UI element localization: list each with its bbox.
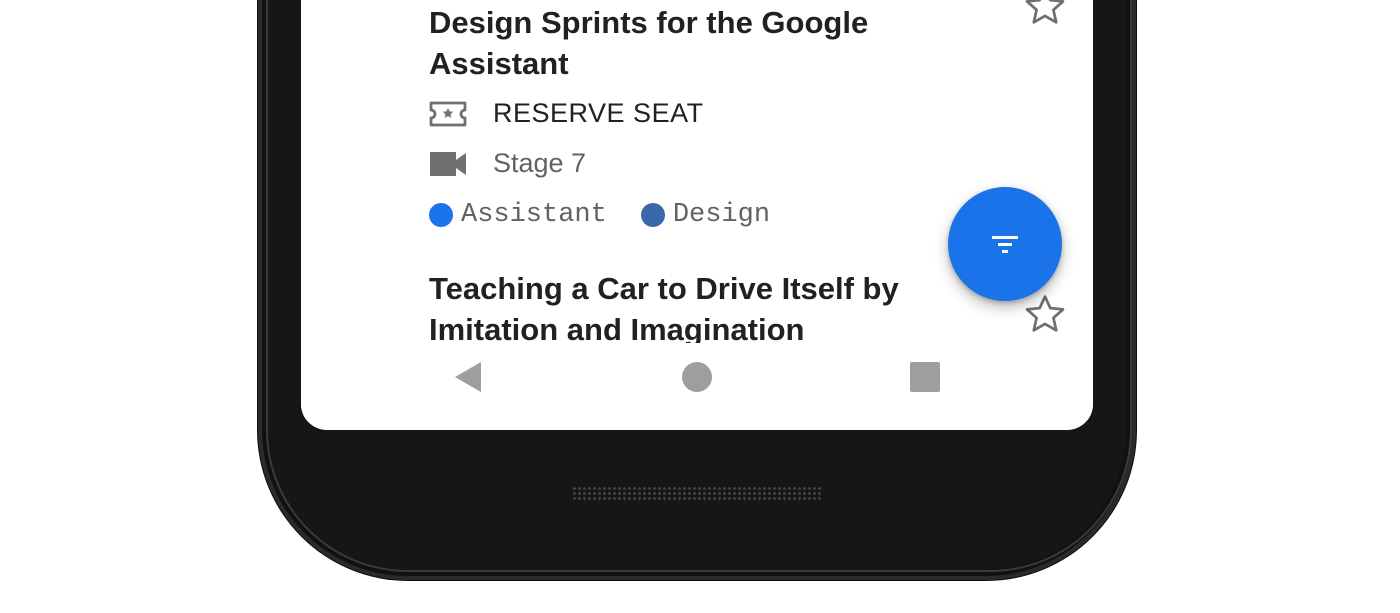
reserve-seat-label: RESERVE SEAT	[493, 98, 704, 128]
tag-label: Assistant	[461, 200, 607, 230]
star-outline-icon[interactable]	[1023, 292, 1067, 336]
filter-fab-button[interactable]	[948, 187, 1062, 301]
home-circle-icon	[682, 362, 712, 392]
home-button[interactable]	[675, 355, 719, 399]
room-label: Stage 7	[493, 148, 587, 178]
session-title[interactable]: Design Sprints for the Google Assistant	[429, 2, 949, 84]
system-nav-bar	[301, 345, 1093, 420]
back-triangle-icon	[455, 362, 481, 392]
session-title[interactable]: Teaching a Car to Drive Itself by Imitat…	[429, 268, 949, 343]
tag-chip-design[interactable]: Design	[640, 200, 771, 230]
star-outline-icon[interactable]	[1023, 0, 1067, 28]
phone-screen: Design Sprints for the Google Assistant …	[301, 0, 1093, 430]
session-item[interactable]: Teaching a Car to Drive Itself by Imitat…	[429, 268, 949, 343]
recents-button[interactable]	[903, 355, 947, 399]
videocam-icon	[429, 149, 467, 179]
tag-label: Design	[672, 200, 771, 230]
device-mockup: Design Sprints for the Google Assistant …	[0, 0, 1400, 613]
speaker-grille	[572, 486, 822, 500]
back-button[interactable]	[445, 355, 489, 399]
ticket-icon	[429, 99, 467, 129]
tag-color-dot	[429, 203, 453, 227]
recents-square-icon	[910, 362, 940, 392]
tag-chip-assistant[interactable]: Assistant	[429, 200, 607, 230]
filter-icon	[992, 236, 1018, 253]
session-room: Stage 7	[429, 148, 586, 179]
reserve-seat-button[interactable]: RESERVE SEAT	[429, 98, 704, 129]
tag-color-dot	[640, 203, 665, 227]
tag-list: Assistant Design	[429, 200, 804, 230]
session-item[interactable]: Design Sprints for the Google Assistant	[429, 2, 949, 84]
